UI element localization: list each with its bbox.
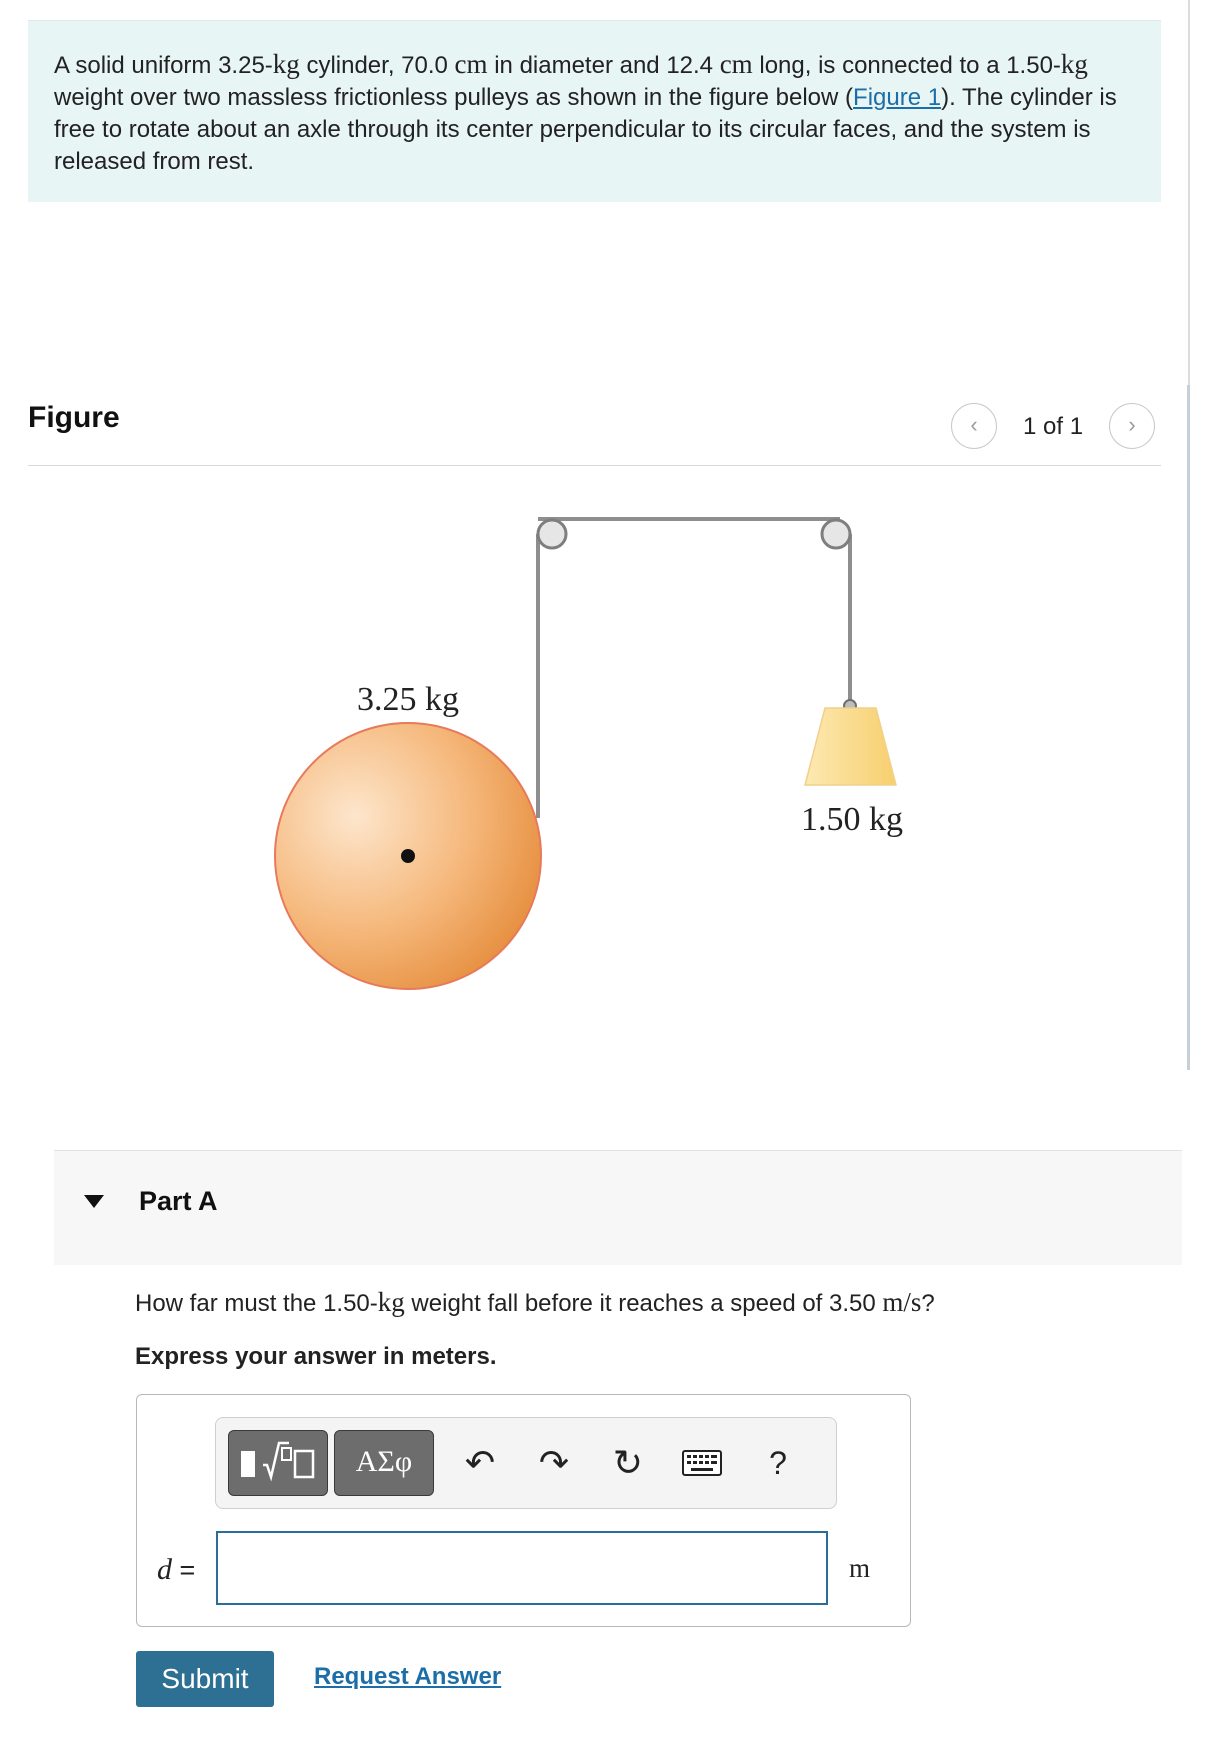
figure-header: Figure ‹ 1 of 1 ›	[28, 395, 1161, 466]
unit-speed: m/s	[882, 1287, 922, 1317]
unit-kg: kg	[272, 49, 300, 79]
request-answer-link[interactable]: Request Answer	[314, 1663, 501, 1691]
cylinder-axle	[401, 849, 415, 863]
problem-statement: A solid uniform 3.25-kg cylinder, 70.0 c…	[28, 20, 1161, 202]
cylinder-mass-label: 3.25 kg	[357, 681, 459, 718]
figure-link[interactable]: Figure 1	[853, 84, 941, 111]
left-pulley	[536, 518, 568, 550]
unit-cm: cm	[454, 49, 488, 79]
chevron-right-icon: ›	[1128, 412, 1136, 437]
submit-button[interactable]: Submit	[136, 1651, 274, 1707]
templates-button[interactable]	[228, 1430, 328, 1496]
help-button[interactable]: ?	[752, 1436, 804, 1490]
scroll-divider	[1188, 0, 1190, 385]
templates-icon	[241, 1441, 315, 1482]
scrollbar-track[interactable]	[1187, 385, 1190, 1070]
next-figure-button[interactable]: ›	[1109, 403, 1155, 449]
answer-box: ΑΣφ ↶ ↷ ↻ ? d = m	[136, 1394, 911, 1627]
part-a-header[interactable]: Part A	[54, 1150, 1182, 1265]
rope	[536, 517, 852, 818]
weight-mass-label: 1.50 kg	[801, 801, 903, 838]
answer-instruction: Express your answer in meters.	[135, 1343, 497, 1370]
keyboard-icon[interactable]	[676, 1436, 728, 1490]
unit-kg: kg	[377, 1287, 405, 1317]
pulley-figure: 3.25 kg 1.50 kg	[274, 517, 903, 990]
right-pulley	[820, 518, 852, 550]
part-title: Part A	[139, 1186, 218, 1216]
math-toolbar: ΑΣφ ↶ ↷ ↻ ?	[215, 1417, 837, 1509]
unit-kg: kg	[1060, 49, 1088, 79]
unit-label: m	[849, 1553, 871, 1583]
variable-label: d =	[157, 1553, 196, 1586]
hanging-weight	[804, 707, 897, 786]
chevron-left-icon: ‹	[970, 412, 978, 437]
undo-icon[interactable]: ↶	[454, 1436, 506, 1490]
greek-symbols-button[interactable]: ΑΣφ	[334, 1430, 434, 1496]
redo-icon[interactable]: ↷	[528, 1436, 580, 1490]
figure-title: Figure	[28, 401, 120, 434]
previous-figure-button[interactable]: ‹	[951, 403, 997, 449]
figure-page-count: 1 of 1	[1023, 413, 1084, 440]
question-text: How far must the 1.50-kg weight fall bef…	[135, 1287, 935, 1317]
unit-cm: cm	[719, 49, 753, 79]
reset-icon[interactable]: ↻	[602, 1436, 654, 1490]
answer-input[interactable]	[216, 1531, 828, 1605]
caret-down-icon[interactable]	[84, 1195, 104, 1208]
